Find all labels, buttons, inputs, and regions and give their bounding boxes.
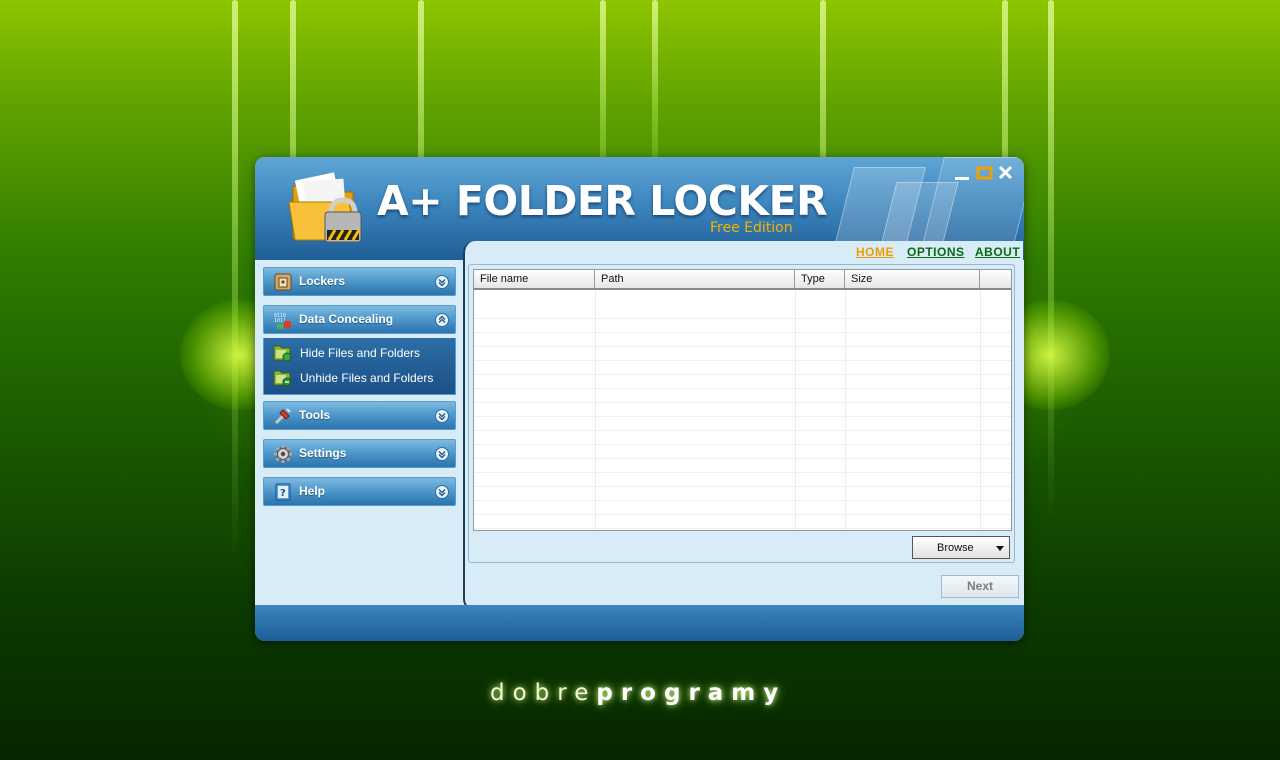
hide-files-icon	[273, 345, 292, 362]
sidebar: Lockers 0110 1011 Data Concealing Hide F…	[255, 260, 465, 605]
chevron-down-icon	[435, 447, 449, 461]
folder-lock-logo-icon	[288, 172, 362, 243]
empty-row	[474, 388, 1011, 403]
svg-text:?: ?	[280, 488, 286, 499]
sidebar-panel-data-concealing[interactable]: 0110 1011 Data Concealing	[263, 305, 456, 334]
background-streak	[232, 0, 238, 560]
empty-row	[474, 430, 1011, 445]
empty-row	[474, 514, 1011, 529]
column-header-size[interactable]: Size	[845, 270, 980, 288]
column-header-type[interactable]: Type	[795, 270, 845, 288]
sidebar-panel-tools[interactable]: Tools	[263, 401, 456, 430]
browse-label: Browse	[937, 542, 974, 554]
help-book-icon: ?	[275, 483, 291, 501]
unhide-files-icon	[273, 370, 292, 387]
column-header-file-name[interactable]: File name	[474, 270, 595, 288]
file-list-header: File name Path Type Size	[474, 270, 1011, 290]
app-footer	[255, 605, 1024, 641]
sidebar-label-settings: Settings	[299, 446, 347, 460]
close-icon[interactable]	[996, 163, 1016, 183]
maximize-icon[interactable]	[975, 163, 995, 183]
file-list[interactable]: File name Path Type Size	[473, 269, 1012, 531]
gear-icon	[274, 445, 292, 463]
empty-row	[474, 360, 1011, 375]
chevron-down-icon	[435, 275, 449, 289]
chevron-down-icon	[435, 409, 449, 423]
brand-part-1: dobre	[490, 680, 597, 706]
menu-label-unhide-files: Unhide Files and Folders	[300, 371, 434, 385]
sidebar-label-lockers: Lockers	[299, 274, 346, 288]
empty-row	[474, 374, 1011, 389]
column-header-path[interactable]: Path	[595, 270, 795, 288]
app-title: A+ FOLDER LOCKER	[377, 177, 828, 225]
sidebar-panel-help[interactable]: ? Help	[263, 477, 456, 506]
nav-home-link[interactable]: HOME	[856, 245, 894, 259]
chevron-down-icon	[435, 485, 449, 499]
empty-row	[474, 458, 1011, 473]
brand-part-2: programy	[596, 680, 787, 706]
chevron-up-icon	[435, 313, 449, 327]
edition-label: Free Edition	[710, 220, 793, 236]
tools-icon	[274, 408, 291, 425]
sidebar-panel-lockers[interactable]: Lockers	[263, 267, 456, 296]
menu-label-hide-files: Hide Files and Folders	[300, 346, 421, 360]
empty-row	[474, 332, 1011, 347]
data-concealing-icon: 0110 1011	[274, 313, 291, 329]
dropdown-arrow-icon	[996, 546, 1004, 551]
app-window: A+ FOLDER LOCKER Free Edition Lockers 01…	[255, 157, 1024, 641]
empty-row	[474, 472, 1011, 487]
lockers-icon	[274, 273, 292, 291]
data-concealing-submenu: Hide Files and Folders Unhide Files and …	[263, 338, 456, 395]
empty-row	[474, 318, 1011, 333]
empty-row	[474, 486, 1011, 501]
sidebar-label-tools: Tools	[299, 408, 331, 422]
nav-options-link[interactable]: OPTIONS	[907, 245, 965, 259]
sidebar-label-help: Help	[299, 484, 326, 498]
empty-row	[474, 444, 1011, 459]
empty-row	[474, 346, 1011, 361]
browse-dropdown-button[interactable]: Browse	[912, 536, 1010, 559]
empty-row	[474, 500, 1011, 515]
sidebar-label-data-concealing: Data Concealing	[299, 312, 394, 326]
brand-watermark: dobreprogramy	[490, 680, 786, 706]
empty-row	[474, 402, 1011, 417]
background-streak	[1048, 0, 1054, 520]
next-button[interactable]: Next	[941, 575, 1019, 598]
sidebar-panel-settings[interactable]: Settings	[263, 439, 456, 468]
column-header-spacer	[980, 270, 1011, 288]
empty-row	[474, 416, 1011, 431]
empty-row	[474, 304, 1011, 319]
minimize-icon[interactable]	[952, 163, 972, 183]
nav-about-link[interactable]: ABOUT	[975, 245, 1020, 259]
